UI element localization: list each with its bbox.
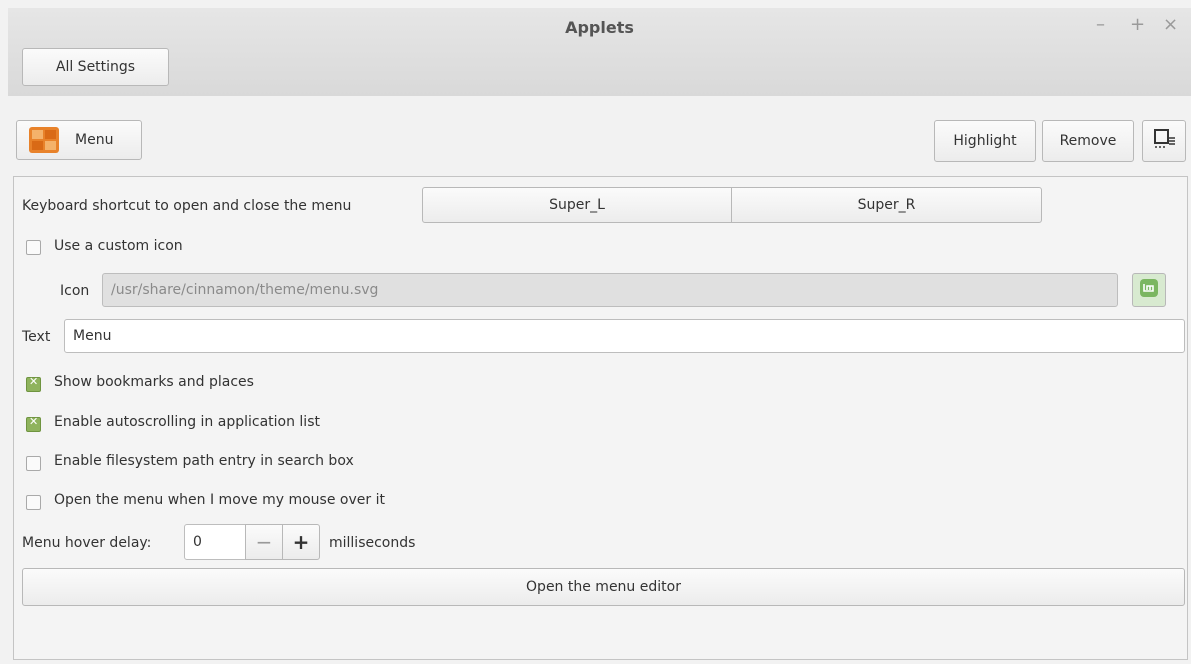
- increment-button[interactable]: +: [282, 524, 320, 560]
- all-settings-label: All Settings: [55, 59, 136, 75]
- hover-delay-label: Menu hover delay:: [22, 535, 152, 551]
- hover-open-label: Open the menu when I move my mouse over …: [54, 492, 385, 508]
- show-bookmarks-checkbox[interactable]: [26, 375, 41, 392]
- hover-delay-unit: milliseconds: [329, 535, 416, 551]
- open-menu-editor-button[interactable]: Open the menu editor: [22, 568, 1185, 606]
- applet-menu-icon: [29, 127, 59, 153]
- highlight-button[interactable]: Highlight: [934, 120, 1036, 162]
- custom-icon-label: Use a custom icon: [54, 238, 183, 254]
- icon-chooser-button[interactable]: [1132, 273, 1166, 307]
- text-label: Text: [22, 329, 51, 345]
- restore-list-icon: [1152, 127, 1176, 155]
- text-field-value: Menu: [73, 328, 112, 344]
- remove-label: Remove: [1059, 133, 1117, 149]
- main-content: Menu Highlight Remove Keyboard shortcut …: [8, 96, 1191, 664]
- window-title: Applets: [565, 18, 634, 37]
- minimize-icon[interactable]: –: [1096, 14, 1105, 35]
- remove-button[interactable]: Remove: [1042, 120, 1134, 162]
- shortcut-primary-label: Super_L: [549, 197, 605, 213]
- close-icon[interactable]: ×: [1163, 14, 1178, 35]
- filesystem-path-label: Enable filesystem path entry in search b…: [54, 453, 354, 469]
- open-menu-editor-label: Open the menu editor: [526, 579, 681, 595]
- text-field[interactable]: Menu: [64, 319, 1185, 353]
- minus-icon: −: [255, 530, 273, 554]
- hover-delay-value: 0: [193, 534, 202, 550]
- applet-menu-label: Menu: [75, 132, 114, 148]
- filesystem-path-checkbox[interactable]: [26, 456, 41, 471]
- shortcut-secondary-label: Super_R: [857, 197, 916, 213]
- hover-delay-input[interactable]: 0: [184, 524, 246, 560]
- shortcut-secondary-button[interactable]: Super_R: [731, 187, 1042, 223]
- plus-icon: +: [292, 530, 310, 554]
- settings-panel: Keyboard shortcut to open and close the …: [13, 176, 1188, 660]
- highlight-label: Highlight: [953, 133, 1017, 149]
- more-options-button[interactable]: [1142, 120, 1186, 162]
- shortcut-label: Keyboard shortcut to open and close the …: [22, 198, 352, 214]
- mint-logo-icon: [1139, 278, 1159, 302]
- autoscroll-label: Enable autoscrolling in application list: [54, 414, 320, 430]
- applet-menu-button[interactable]: Menu: [16, 120, 142, 160]
- autoscroll-checkbox[interactable]: [26, 415, 41, 432]
- show-bookmarks-label: Show bookmarks and places: [54, 374, 254, 390]
- hover-open-checkbox[interactable]: [26, 495, 41, 510]
- icon-label: Icon: [60, 283, 90, 299]
- icon-path-value: /usr/share/cinnamon/theme/menu.svg: [111, 282, 379, 298]
- all-settings-button[interactable]: All Settings: [22, 48, 169, 86]
- decrement-button[interactable]: −: [245, 524, 283, 560]
- icon-path-field[interactable]: /usr/share/cinnamon/theme/menu.svg: [102, 273, 1118, 307]
- custom-icon-checkbox[interactable]: [26, 240, 41, 255]
- maximize-icon[interactable]: +: [1130, 14, 1145, 35]
- shortcut-primary-button[interactable]: Super_L: [422, 187, 732, 223]
- title-bar: Applets – + × All Settings: [8, 8, 1191, 97]
